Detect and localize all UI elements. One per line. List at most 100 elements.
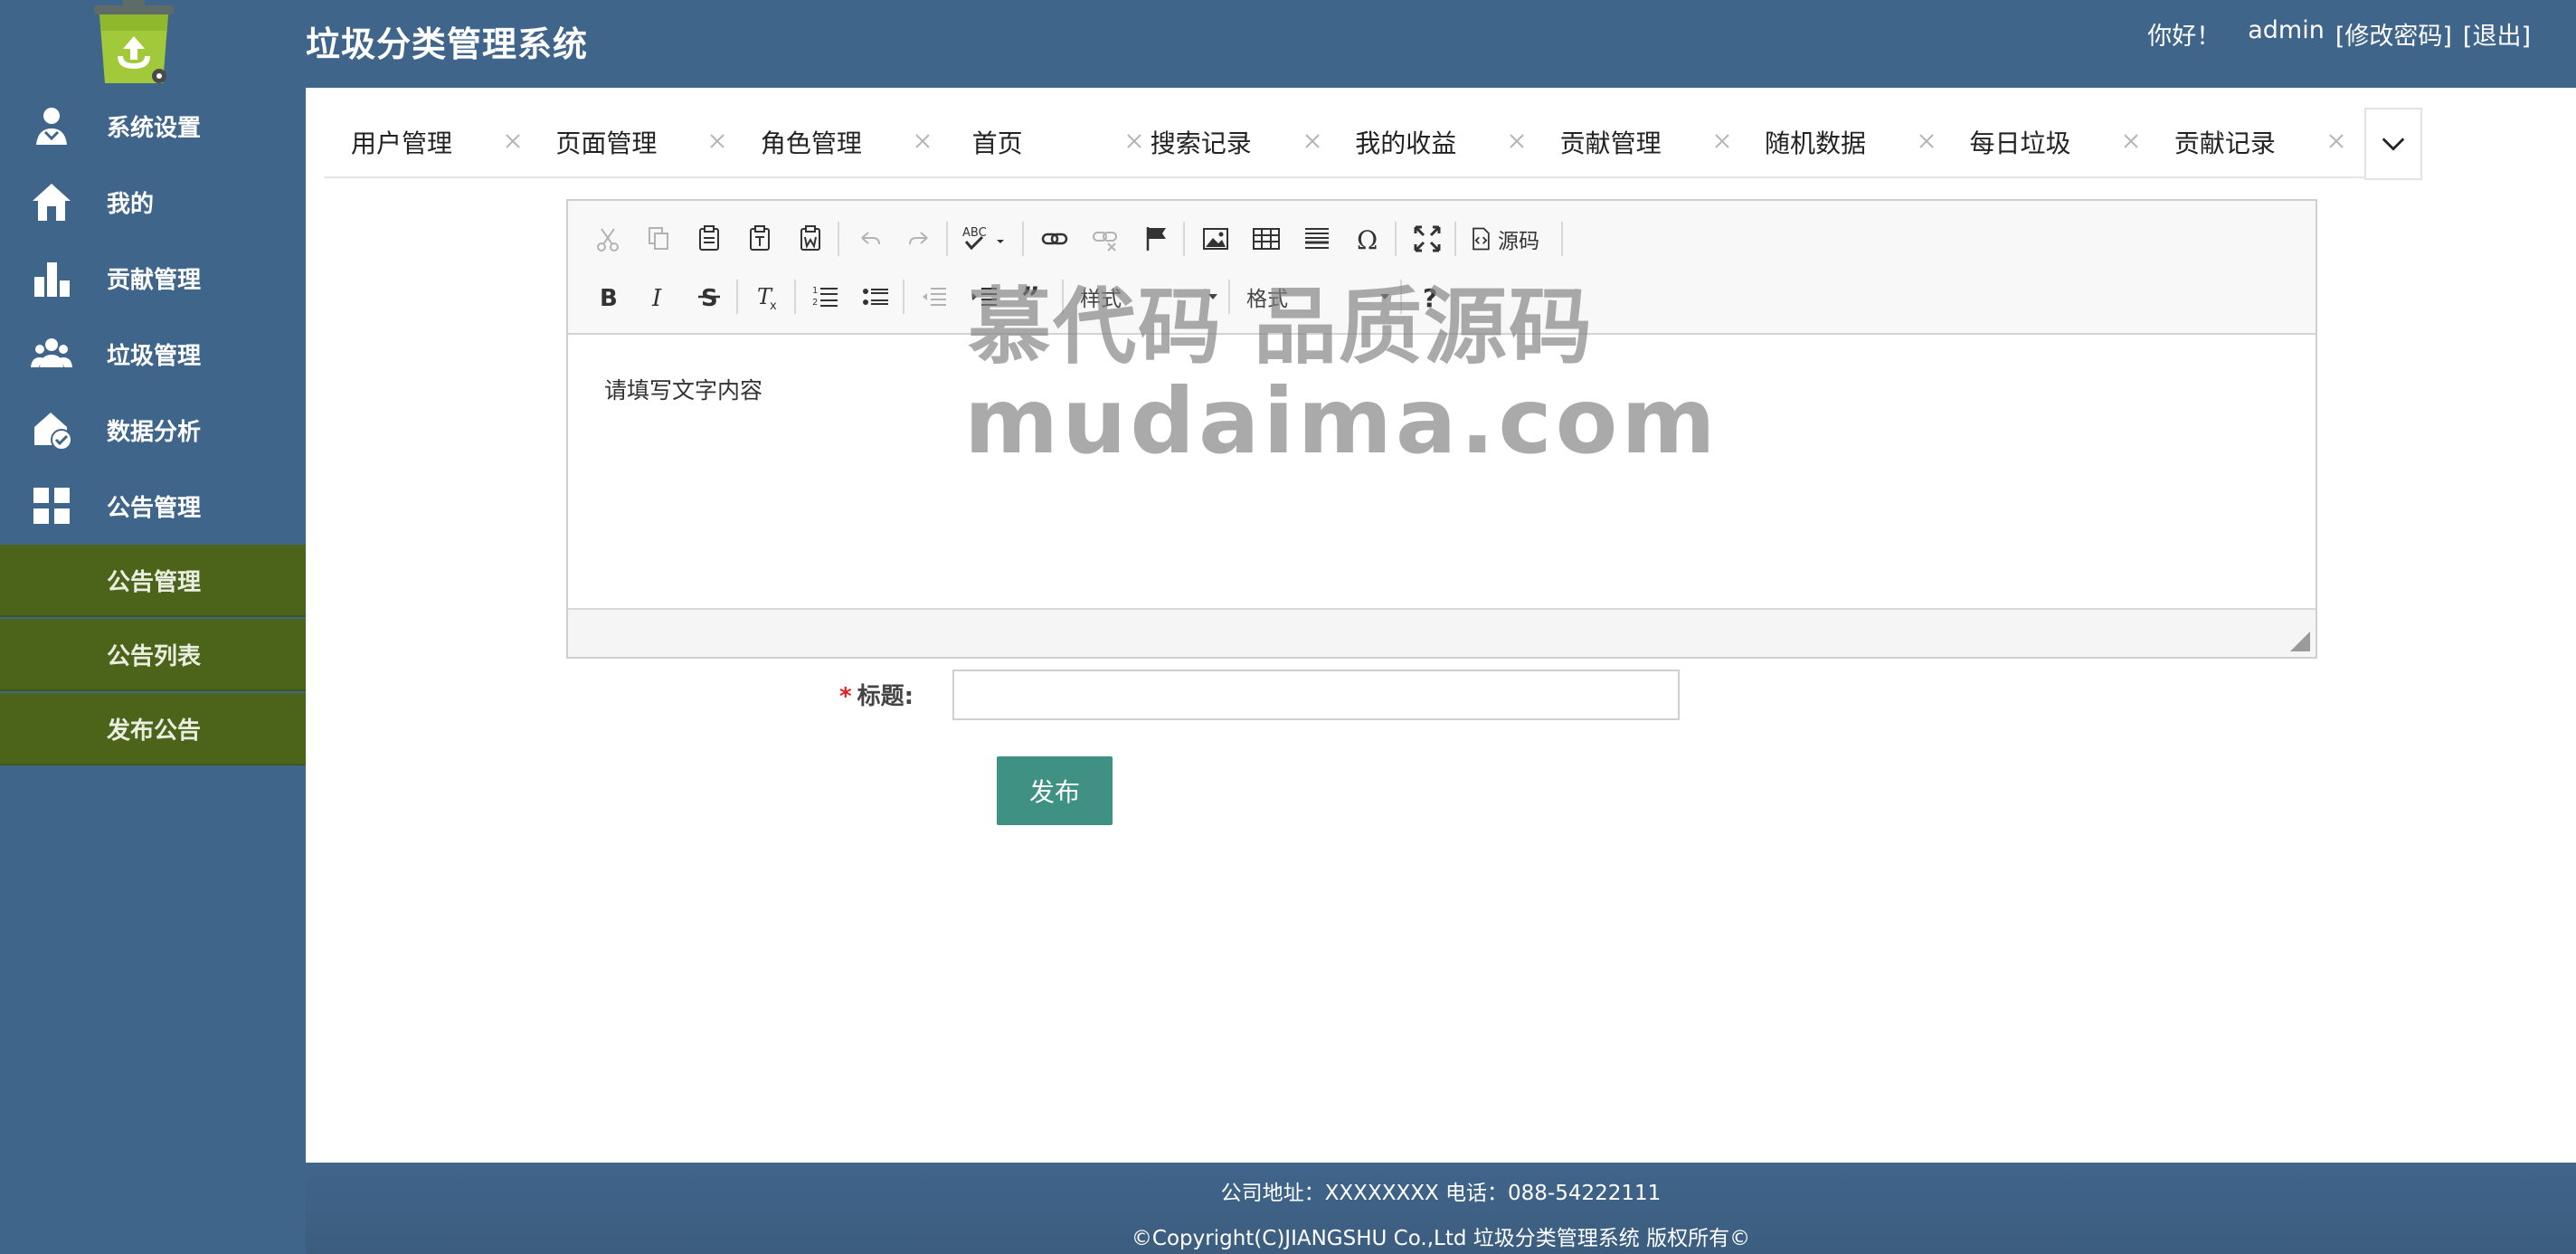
sidebar-item-label: 贡献管理 bbox=[107, 266, 202, 294]
close-icon[interactable] bbox=[2325, 129, 2348, 153]
footer-copyright: ©Copyright(C)JIANGSHU Co.,Ltd 垃圾分类管理系统 版… bbox=[1131, 1227, 1751, 1250]
blockquote-icon[interactable]: ” bbox=[1015, 277, 1055, 317]
tab-item[interactable]: 首页 bbox=[972, 108, 1144, 176]
maximize-icon[interactable] bbox=[1407, 219, 1447, 259]
svg-text:Ω: Ω bbox=[1357, 225, 1378, 254]
image-icon[interactable] bbox=[1196, 219, 1236, 259]
tab-item[interactable]: 用户管理 bbox=[351, 108, 523, 176]
outdent-icon[interactable] bbox=[914, 277, 953, 317]
editor-content-area[interactable]: 请填写文字内容 bbox=[568, 337, 2316, 608]
cut-icon[interactable] bbox=[588, 219, 628, 259]
indent-icon[interactable] bbox=[964, 277, 1004, 317]
tab-label: 我的收益 bbox=[1355, 128, 1457, 158]
table-icon[interactable] bbox=[1246, 219, 1286, 259]
toolbar-separator bbox=[1062, 280, 1064, 314]
tab-more-button[interactable] bbox=[2364, 108, 2422, 180]
unlink-icon[interactable] bbox=[1085, 219, 1125, 259]
sidebar-item-data-analysis[interactable]: 数据分析 bbox=[0, 392, 306, 468]
publish-button[interactable]: 发布 bbox=[997, 756, 1113, 825]
close-icon[interactable] bbox=[1122, 129, 1146, 153]
undo-icon[interactable] bbox=[850, 219, 890, 259]
numbered-list-icon[interactable]: 12 bbox=[805, 277, 845, 317]
user-bar: 你好！ admin [修改密码] [退出] bbox=[2147, 16, 2531, 52]
logout-link[interactable]: [退出] bbox=[2463, 16, 2531, 52]
bulleted-list-icon[interactable] bbox=[856, 277, 895, 317]
tab-item[interactable]: 页面管理 bbox=[555, 108, 727, 176]
close-icon[interactable] bbox=[1915, 129, 1938, 153]
close-icon[interactable] bbox=[501, 129, 525, 153]
greeting-text: 你好！ bbox=[2147, 23, 2221, 51]
format-dropdown[interactable]: 格式 bbox=[1239, 279, 1389, 315]
sidebar-item-announcements[interactable]: 公告管理 bbox=[0, 468, 306, 544]
username: admin bbox=[2248, 16, 2325, 44]
submenu-item-announcement-list[interactable]: 公告列表 bbox=[0, 619, 306, 691]
paste-word-icon[interactable] bbox=[791, 219, 830, 259]
tab-item[interactable]: 搜索记录 bbox=[1151, 108, 1322, 176]
tab-label: 页面管理 bbox=[555, 128, 658, 158]
toolbar-separator bbox=[946, 222, 948, 256]
italic-icon[interactable]: I bbox=[639, 277, 678, 317]
chevron-down-icon bbox=[1208, 294, 1217, 299]
footer-address: 公司地址：XXXXXXXX 电话：088-54222111 bbox=[1220, 1182, 1662, 1205]
svg-text:B: B bbox=[600, 285, 618, 312]
submenu-item-publish-announcement[interactable]: 发布公告 bbox=[0, 693, 306, 765]
sidebar-item-label: 公告管理 bbox=[107, 494, 202, 522]
help-icon[interactable]: ? bbox=[1411, 277, 1451, 317]
sidebar-item-garbage[interactable]: 垃圾管理 bbox=[0, 316, 306, 392]
close-icon[interactable] bbox=[1301, 129, 1324, 153]
anchor-flag-icon[interactable] bbox=[1136, 219, 1176, 259]
tab-label: 用户管理 bbox=[351, 128, 453, 158]
tab-item[interactable]: 贡献管理 bbox=[1560, 108, 1732, 176]
change-password-link[interactable]: [修改密码] bbox=[2335, 16, 2452, 52]
horizontal-rule-icon[interactable] bbox=[1297, 219, 1337, 259]
svg-text:1: 1 bbox=[812, 286, 818, 296]
tab-label: 角色管理 bbox=[760, 128, 862, 158]
source-button[interactable]: 源码 bbox=[1467, 219, 1558, 259]
house-check-icon bbox=[31, 409, 72, 451]
home-icon bbox=[31, 181, 72, 223]
close-icon[interactable] bbox=[2119, 129, 2143, 153]
chevron-down-icon bbox=[2382, 138, 2405, 151]
paste-text-icon[interactable] bbox=[740, 219, 780, 259]
redo-icon[interactable] bbox=[899, 219, 939, 259]
submenu-item-label: 公告列表 bbox=[107, 642, 202, 670]
svg-text:I: I bbox=[651, 285, 662, 312]
sidebar-item-contribution[interactable]: 贡献管理 bbox=[0, 240, 306, 316]
resize-grip-icon[interactable] bbox=[2290, 632, 2310, 651]
tab-item[interactable]: 每日垃圾 bbox=[1969, 108, 2141, 176]
svg-text:S: S bbox=[701, 285, 718, 312]
source-icon bbox=[1473, 227, 1490, 251]
title-input[interactable] bbox=[952, 670, 1680, 720]
sidebar-item-mine[interactable]: 我的 bbox=[0, 164, 306, 240]
tab-label: 每日垃圾 bbox=[1969, 128, 2071, 158]
styles-dropdown[interactable]: 样式 bbox=[1073, 279, 1217, 315]
svg-text:2: 2 bbox=[812, 298, 818, 308]
bold-icon[interactable]: B bbox=[588, 277, 628, 317]
remove-format-icon[interactable]: Tx bbox=[747, 277, 787, 317]
sidebar-item-system-settings[interactable]: 系统设置 bbox=[0, 88, 306, 164]
special-char-omega-icon[interactable]: Ω bbox=[1348, 219, 1387, 259]
rich-text-editor: ABC Ω 源码 B I S T x 1 2 ” 样式 格式 ? 请填写文字内容 bbox=[566, 199, 2317, 659]
submenu-item-label: 发布公告 bbox=[107, 717, 202, 745]
paste-icon[interactable] bbox=[689, 219, 729, 259]
tab-item[interactable]: 角色管理 bbox=[761, 108, 933, 176]
close-icon[interactable] bbox=[706, 129, 729, 153]
toolbar-separator bbox=[1400, 280, 1402, 314]
submenu-item-announcement-manage[interactable]: 公告管理 bbox=[0, 545, 306, 617]
tab-item[interactable]: 贡献记录 bbox=[2174, 108, 2346, 176]
link-icon[interactable] bbox=[1035, 219, 1075, 259]
close-icon[interactable] bbox=[1710, 129, 1734, 153]
sidebar-item-label: 数据分析 bbox=[107, 418, 202, 446]
spellcheck-icon[interactable]: ABC bbox=[959, 219, 1017, 259]
toolbar-separator bbox=[1395, 222, 1397, 256]
tab-bar: 用户管理 页面管理 角色管理 首页 搜索记录 我的收益 贡献管理 随机数据 每日垃圾 贡献记录 bbox=[324, 108, 2422, 178]
tab-item[interactable]: 我的收益 bbox=[1355, 108, 1527, 176]
close-icon[interactable] bbox=[1505, 129, 1529, 153]
toolbar-separator bbox=[736, 280, 738, 314]
strikethrough-icon[interactable]: S bbox=[689, 277, 729, 317]
title-field-label: * 标题: bbox=[839, 678, 914, 711]
tab-item[interactable]: 随机数据 bbox=[1765, 108, 1937, 176]
copy-icon[interactable] bbox=[639, 219, 678, 259]
close-icon[interactable] bbox=[911, 129, 934, 153]
svg-text:x: x bbox=[770, 299, 777, 312]
